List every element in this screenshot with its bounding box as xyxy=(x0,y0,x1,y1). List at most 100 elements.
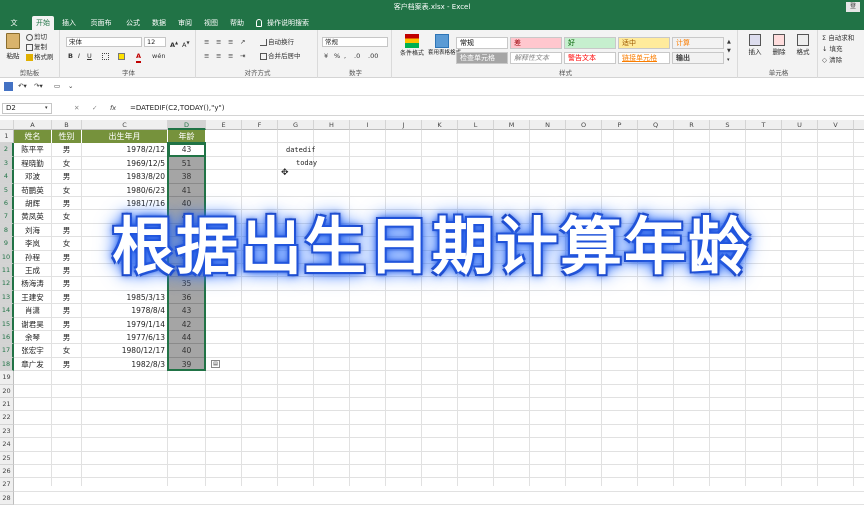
style-calculation[interactable]: 计算 xyxy=(672,37,724,49)
row-header-1[interactable]: 1 xyxy=(0,130,14,144)
cut-button[interactable]: 剪切 xyxy=(26,33,47,42)
tab-insert[interactable]: 插入 xyxy=(58,16,80,30)
table-cell[interactable]: 1980/6/23 xyxy=(82,183,168,197)
column-header-n[interactable]: N xyxy=(530,120,566,130)
column-header-t[interactable]: T xyxy=(746,120,782,130)
quick-analysis-icon[interactable]: ▤ xyxy=(211,360,220,368)
tab-file[interactable]: 文件 xyxy=(4,16,24,41)
column-header-q[interactable]: Q xyxy=(638,120,674,130)
bold-button[interactable]: B xyxy=(68,52,73,61)
column-header-f[interactable]: F xyxy=(242,120,278,130)
note-datedif[interactable]: datedif xyxy=(286,144,326,157)
redo-icon[interactable]: ↷▾ xyxy=(34,82,43,91)
column-header-r[interactable]: R xyxy=(674,120,710,130)
table-cell[interactable]: 41 xyxy=(168,183,206,197)
row-header-28[interactable]: 28 xyxy=(0,491,14,505)
tab-home[interactable]: 开始 xyxy=(32,16,54,30)
row-header-18[interactable]: 18 xyxy=(0,357,14,372)
row-header-17[interactable]: 17 xyxy=(0,344,14,358)
align-bottom-icon[interactable]: ≡ xyxy=(228,38,233,47)
style-output[interactable]: 输出 xyxy=(672,52,724,64)
column-header-g[interactable]: G xyxy=(278,120,314,130)
styles-scroll-up-icon[interactable]: ▲ xyxy=(727,38,731,47)
number-format-select[interactable]: 常规 xyxy=(322,37,388,47)
styles-more-icon[interactable]: ▾ xyxy=(727,56,730,65)
table-cell[interactable]: 女 xyxy=(52,156,82,171)
column-header-d[interactable]: D xyxy=(168,120,206,130)
save-icon[interactable] xyxy=(4,82,14,92)
table-cell[interactable]: 男 xyxy=(52,290,82,305)
wrap-text-button[interactable]: 自动换行 xyxy=(260,38,294,47)
orientation-icon[interactable]: ↗ xyxy=(240,38,245,47)
formula-input[interactable]: =DATEDIF(C2,TODAY(),"y") xyxy=(130,103,224,114)
table-cell[interactable]: 男 xyxy=(52,357,82,372)
column-header-b[interactable]: B xyxy=(52,120,82,130)
font-size-select[interactable]: 12 xyxy=(144,37,166,47)
table-cell[interactable]: 43 xyxy=(168,304,206,318)
indent-icon[interactable]: ⇥ xyxy=(240,52,245,61)
delete-cells-button[interactable]: 删除 xyxy=(768,34,790,56)
tab-formulas[interactable]: 公式 xyxy=(122,16,144,30)
clear-button[interactable]: ◇ 清除 xyxy=(822,56,842,65)
table-cell[interactable]: 1983/8/20 xyxy=(82,170,168,184)
insert-cells-button[interactable]: 插入 xyxy=(744,34,766,56)
comma-icon[interactable]: , xyxy=(344,52,346,61)
font-color-button[interactable]: A xyxy=(136,52,142,63)
confirm-entry-icon[interactable]: ✓ xyxy=(92,104,97,113)
format-painter-button[interactable]: 格式刷 xyxy=(26,53,54,62)
table-cell[interactable]: 陈平平 xyxy=(14,143,52,157)
style-check-cell[interactable]: 检查单元格 xyxy=(456,52,508,64)
row-header-21[interactable]: 21 xyxy=(0,398,14,412)
style-warning[interactable]: 警告文本 xyxy=(564,52,616,64)
table-cell[interactable]: 43 xyxy=(168,143,206,157)
merge-center-button[interactable]: 合并后居中 xyxy=(260,52,301,61)
italic-button[interactable]: I xyxy=(78,52,80,61)
table-cell[interactable]: 邓波 xyxy=(14,170,52,184)
table-cell[interactable]: 肖潇 xyxy=(14,304,52,318)
table-cell[interactable]: 40 xyxy=(168,344,206,358)
tell-me-search[interactable]: 操作说明搜索 xyxy=(254,16,314,30)
table-cell[interactable]: 1978/2/12 xyxy=(82,143,168,157)
align-top-icon[interactable]: ≡ xyxy=(204,38,209,47)
align-center-icon[interactable]: ≡ xyxy=(216,52,221,61)
tab-data[interactable]: 数据 xyxy=(148,16,170,30)
header-cell[interactable]: 出生年月 xyxy=(82,130,168,144)
table-cell[interactable]: 1985/3/13 xyxy=(82,290,168,305)
column-header-v[interactable]: V xyxy=(818,120,854,130)
row-header-16[interactable]: 16 xyxy=(0,331,14,345)
style-good[interactable]: 好 xyxy=(564,37,616,49)
paste-button[interactable]: 粘贴 xyxy=(4,33,22,63)
table-cell[interactable]: 男 xyxy=(52,143,82,157)
select-all-corner[interactable] xyxy=(0,120,14,130)
column-header-m[interactable]: M xyxy=(494,120,530,130)
table-cell[interactable]: 1977/6/13 xyxy=(82,331,168,345)
row-header-25[interactable]: 25 xyxy=(0,451,14,465)
percent-icon[interactable]: % xyxy=(334,52,340,61)
row-header-4[interactable]: 4 xyxy=(0,170,14,184)
column-header-i[interactable]: I xyxy=(350,120,386,130)
style-explanatory[interactable]: 解释性文本 xyxy=(510,52,562,64)
tab-help[interactable]: 帮助 xyxy=(226,16,248,30)
tab-view[interactable]: 视图 xyxy=(200,16,222,30)
column-header-e[interactable]: E xyxy=(206,120,242,130)
row-header-3[interactable]: 3 xyxy=(0,156,14,171)
column-header-a[interactable]: A xyxy=(14,120,52,130)
row-header-24[interactable]: 24 xyxy=(0,438,14,452)
login-button[interactable]: 登 xyxy=(846,2,860,12)
table-cell[interactable]: 44 xyxy=(168,331,206,345)
copy-button[interactable]: 复制 xyxy=(26,43,47,52)
undo-icon[interactable]: ↶▾ xyxy=(18,82,27,91)
customize-qat-icon[interactable]: ⌄ xyxy=(68,82,73,91)
table-cell[interactable]: 男 xyxy=(52,317,82,331)
table-cell[interactable]: 王建安 xyxy=(14,290,52,305)
underline-button[interactable]: U xyxy=(87,52,92,61)
styles-scroll-down-icon[interactable]: ▼ xyxy=(727,47,731,56)
table-cell[interactable]: 女 xyxy=(52,183,82,197)
table-cell[interactable]: 程晓勤 xyxy=(14,156,52,171)
column-header-j[interactable]: J xyxy=(386,120,422,130)
row-header-13[interactable]: 13 xyxy=(0,290,14,305)
align-right-icon[interactable]: ≡ xyxy=(228,52,233,61)
tab-review[interactable]: 审阅 xyxy=(174,16,196,30)
style-normal[interactable]: 常规 xyxy=(456,37,508,49)
note-today[interactable]: today xyxy=(296,157,336,170)
